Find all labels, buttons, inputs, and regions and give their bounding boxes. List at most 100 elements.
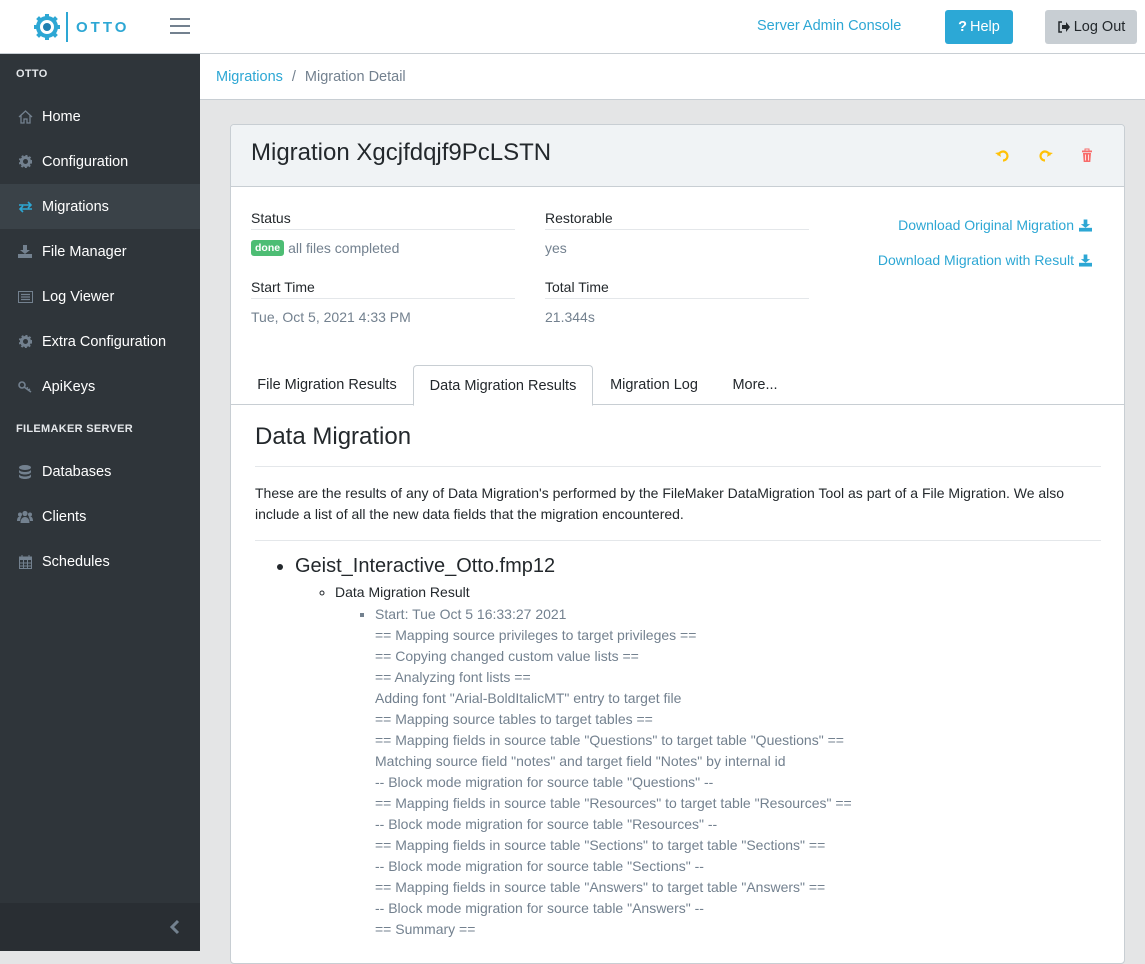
log-line: == Mapping source privileges to target p… bbox=[375, 627, 697, 643]
gear-icon bbox=[17, 334, 33, 350]
breadcrumb: Migrations / Migration Detail bbox=[200, 54, 1145, 100]
exchange-icon bbox=[17, 199, 33, 215]
redo-rerun-icon[interactable] bbox=[1037, 148, 1053, 164]
data-migration-description: These are the results of any of Data Mig… bbox=[255, 483, 1101, 541]
sidebar-item-apikeys[interactable]: ApiKeys bbox=[0, 364, 200, 409]
question-icon: ? bbox=[958, 19, 968, 35]
sidebar-item-home[interactable]: Home bbox=[0, 94, 200, 139]
total-time-value: 21.344s bbox=[545, 309, 595, 325]
download-original-label: Download Original Migration bbox=[898, 217, 1074, 233]
sidebar-item-databases[interactable]: Databases bbox=[0, 449, 200, 494]
tab-more[interactable]: More... bbox=[715, 365, 795, 405]
log-line: -- Block mode migration for source table… bbox=[375, 774, 714, 790]
log-line: == Mapping fields in source table "Answe… bbox=[375, 879, 826, 895]
migration-detail-card: Migration Xgcjfdqjf9PcLSTN Status done a… bbox=[230, 124, 1125, 964]
calendar-icon bbox=[17, 554, 33, 570]
tab-data-migration-results[interactable]: Data Migration Results bbox=[413, 365, 593, 406]
sidebar: OTTO Home Configuration Migrations File … bbox=[0, 54, 200, 951]
logout-button[interactable]: Log Out bbox=[1045, 10, 1137, 44]
download-icon bbox=[1079, 218, 1092, 232]
sidebar-item-label: Home bbox=[42, 108, 81, 125]
trash-delete-icon[interactable] bbox=[1079, 148, 1095, 164]
log-line: Matching source field "notes" and target… bbox=[375, 753, 786, 769]
list-alt-icon bbox=[17, 289, 33, 305]
log-line: == Mapping fields in source table "Secti… bbox=[375, 837, 826, 853]
logout-label: Log Out bbox=[1073, 19, 1126, 35]
server-admin-console-link[interactable]: Server Admin Console bbox=[757, 18, 901, 34]
download-with-result-label: Download Migration with Result bbox=[877, 252, 1074, 268]
download-icon bbox=[1079, 253, 1092, 267]
log-line: -- Block mode migration for source table… bbox=[375, 858, 704, 874]
sidebar-item-label: Databases bbox=[42, 463, 112, 480]
sidebar-item-configuration[interactable]: Configuration bbox=[0, 139, 200, 184]
sidebar-item-label: Log Viewer bbox=[42, 288, 115, 305]
total-time-label: Total Time bbox=[545, 279, 809, 299]
restorable-field: Restorable yes bbox=[545, 210, 809, 256]
log-line: == Mapping source tables to target table… bbox=[375, 711, 653, 727]
log-line: Adding font "Arial-BoldItalicMT" entry t… bbox=[375, 690, 682, 706]
status-label: Status bbox=[251, 210, 515, 230]
logo-divider bbox=[66, 12, 68, 42]
data-migration-heading: Data Migration bbox=[255, 423, 1101, 467]
logo-gear-icon bbox=[34, 14, 60, 40]
sidebar-toggle-menu-icon[interactable] bbox=[170, 18, 190, 34]
sidebar-section-filemaker-server: FILEMAKER SERVER bbox=[16, 423, 134, 435]
breadcrumb-current: Migration Detail bbox=[304, 68, 406, 85]
sidebar-item-label: Configuration bbox=[42, 153, 129, 170]
start-time-value: Tue, Oct 5, 2021 4:33 PM bbox=[251, 309, 411, 325]
log-line: == Summary == bbox=[375, 921, 476, 937]
log-line: == Analyzing font lists == bbox=[375, 669, 531, 685]
otto-logo[interactable]: OTTO bbox=[34, 12, 129, 42]
sidebar-item-label: Schedules bbox=[42, 553, 110, 570]
database-icon bbox=[17, 464, 33, 480]
tab-migration-log[interactable]: Migration Log bbox=[599, 365, 709, 405]
result-tabs: File Migration Results Data Migration Re… bbox=[231, 365, 1124, 406]
breadcrumb-migrations-link[interactable]: Migrations bbox=[216, 69, 283, 85]
start-time-field: Start Time Tue, Oct 5, 2021 4:33 PM bbox=[251, 279, 515, 325]
migration-info: Status done all files completed Restorab… bbox=[231, 187, 1124, 367]
log-list: Start: Tue Oct 5 16:33:27 2021 == Mappin… bbox=[335, 604, 1101, 940]
key-icon bbox=[17, 379, 33, 395]
gear-icon bbox=[17, 154, 33, 170]
users-icon bbox=[17, 509, 33, 525]
logo-text: OTTO bbox=[76, 18, 130, 36]
log-line: -- Block mode migration for source table… bbox=[375, 816, 718, 832]
status-text: all files completed bbox=[288, 240, 400, 256]
sidebar-item-extra-configuration[interactable]: Extra Configuration bbox=[0, 319, 200, 364]
sidebar-section-otto: OTTO bbox=[16, 68, 48, 80]
sidebar-item-log-viewer[interactable]: Log Viewer bbox=[0, 274, 200, 319]
sidebar-item-label: Clients bbox=[42, 508, 87, 525]
top-navbar: OTTO Server Admin Console ? Help Log Out bbox=[0, 0, 1145, 54]
migration-title: Migration Xgcjfdqjf9PcLSTN bbox=[251, 139, 552, 166]
sidebar-item-label: ApiKeys bbox=[42, 378, 96, 395]
sidebar-item-clients[interactable]: Clients bbox=[0, 494, 200, 539]
data-migration-result-item: Data Migration Result Start: Tue Oct 5 1… bbox=[335, 584, 1101, 940]
sign-out-icon bbox=[1057, 21, 1070, 33]
status-value: done all files completed bbox=[251, 240, 515, 256]
log-line: == Copying changed custom value lists == bbox=[375, 648, 639, 664]
download-icon bbox=[17, 244, 33, 260]
sidebar-footer bbox=[0, 903, 200, 951]
data-migration-pane: Data Migration These are the results of … bbox=[255, 405, 1101, 940]
sidebar-minimize-chevron-left-icon[interactable] bbox=[168, 918, 182, 936]
download-migration-with-result-link[interactable]: Download Migration with Result bbox=[878, 252, 1092, 268]
sidebar-item-file-manager[interactable]: File Manager bbox=[0, 229, 200, 274]
home-icon bbox=[17, 109, 33, 125]
sidebar-item-label: Extra Configuration bbox=[42, 333, 167, 350]
status-badge: done bbox=[251, 240, 285, 256]
log-line: == Mapping fields in source table "Resou… bbox=[375, 795, 852, 811]
sidebar-item-migrations[interactable]: Migrations bbox=[0, 184, 200, 229]
result-label: Data Migration Result bbox=[335, 584, 470, 600]
breadcrumb-separator: / bbox=[291, 68, 296, 85]
log-line: == Mapping fields in source table "Quest… bbox=[375, 732, 844, 748]
sidebar-item-schedules[interactable]: Schedules bbox=[0, 539, 200, 584]
sidebar-item-label: Migrations bbox=[42, 198, 109, 215]
undo-restore-icon[interactable] bbox=[995, 148, 1011, 164]
log-output: Start: Tue Oct 5 16:33:27 2021 == Mappin… bbox=[375, 604, 1101, 940]
tab-file-migration-results[interactable]: File Migration Results bbox=[247, 365, 407, 405]
help-button[interactable]: ? Help bbox=[945, 10, 1013, 44]
file-result-item: Geist_Interactive_Otto.fmp12 Data Migrat… bbox=[295, 555, 1101, 940]
download-original-migration-link[interactable]: Download Original Migration bbox=[898, 217, 1092, 233]
total-time-field: Total Time 21.344s bbox=[545, 279, 809, 325]
help-label: Help bbox=[970, 19, 1000, 35]
